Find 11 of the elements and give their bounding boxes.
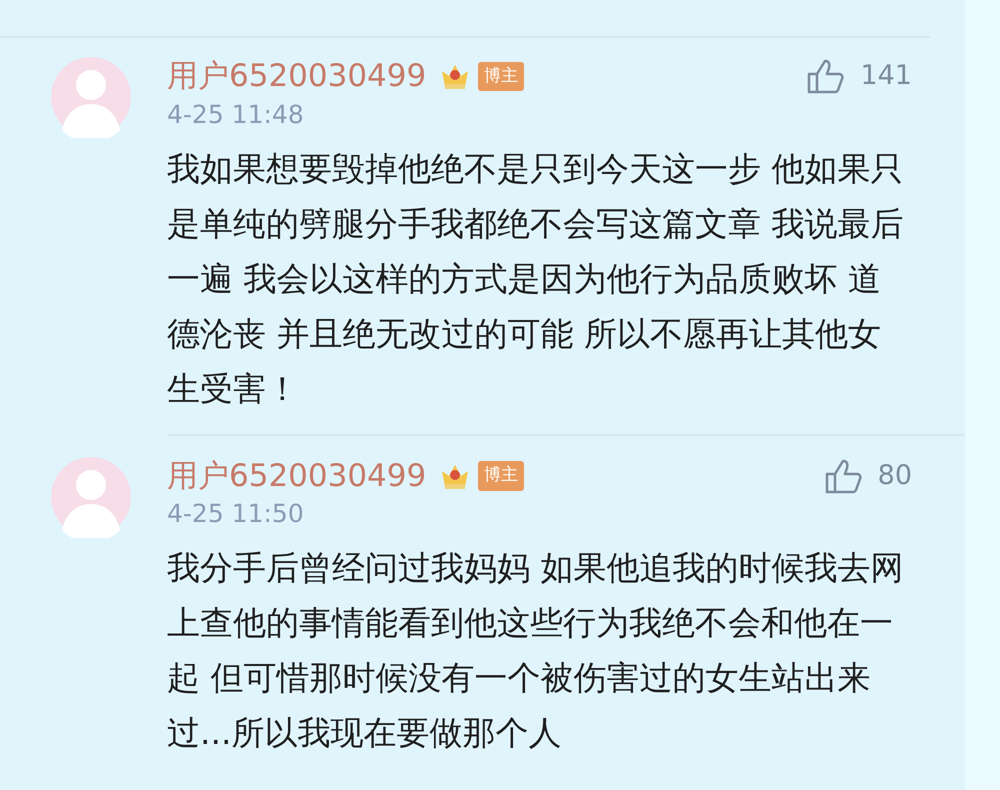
like-count: 80	[878, 458, 912, 492]
author-badge: 博主	[478, 62, 524, 91]
like-count: 141	[860, 59, 912, 93]
comment-text: 我分手后曾经问过我妈妈 如果他追我的时候我去网上查他的事情能看到他这些行为我绝不会和他在一起 但可惜那时候没有一个被伤害过的女生站出来过...所以我现在要做那个人	[167, 547, 904, 754]
comment-text: 我如果想要毁掉他绝不是只到今天这一步 他如果只是单纯的劈腿分手我都绝不会写这篇文章 我说最后一遍 我会以这样的方式是因为他行为品质败坏 道德沦丧 并且绝无改过的可能 所以不愿再让其他女生受害！	[167, 148, 904, 410]
author-badge: 博主	[478, 461, 524, 490]
timestamp: 4-25 11:48	[167, 98, 305, 130]
username[interactable]: 用户6520030499	[167, 456, 426, 496]
thumbs-up-icon[interactable]	[806, 57, 846, 96]
timestamp: 4-25 11:50	[167, 498, 305, 530]
username[interactable]: 用户6520030499	[167, 56, 426, 96]
